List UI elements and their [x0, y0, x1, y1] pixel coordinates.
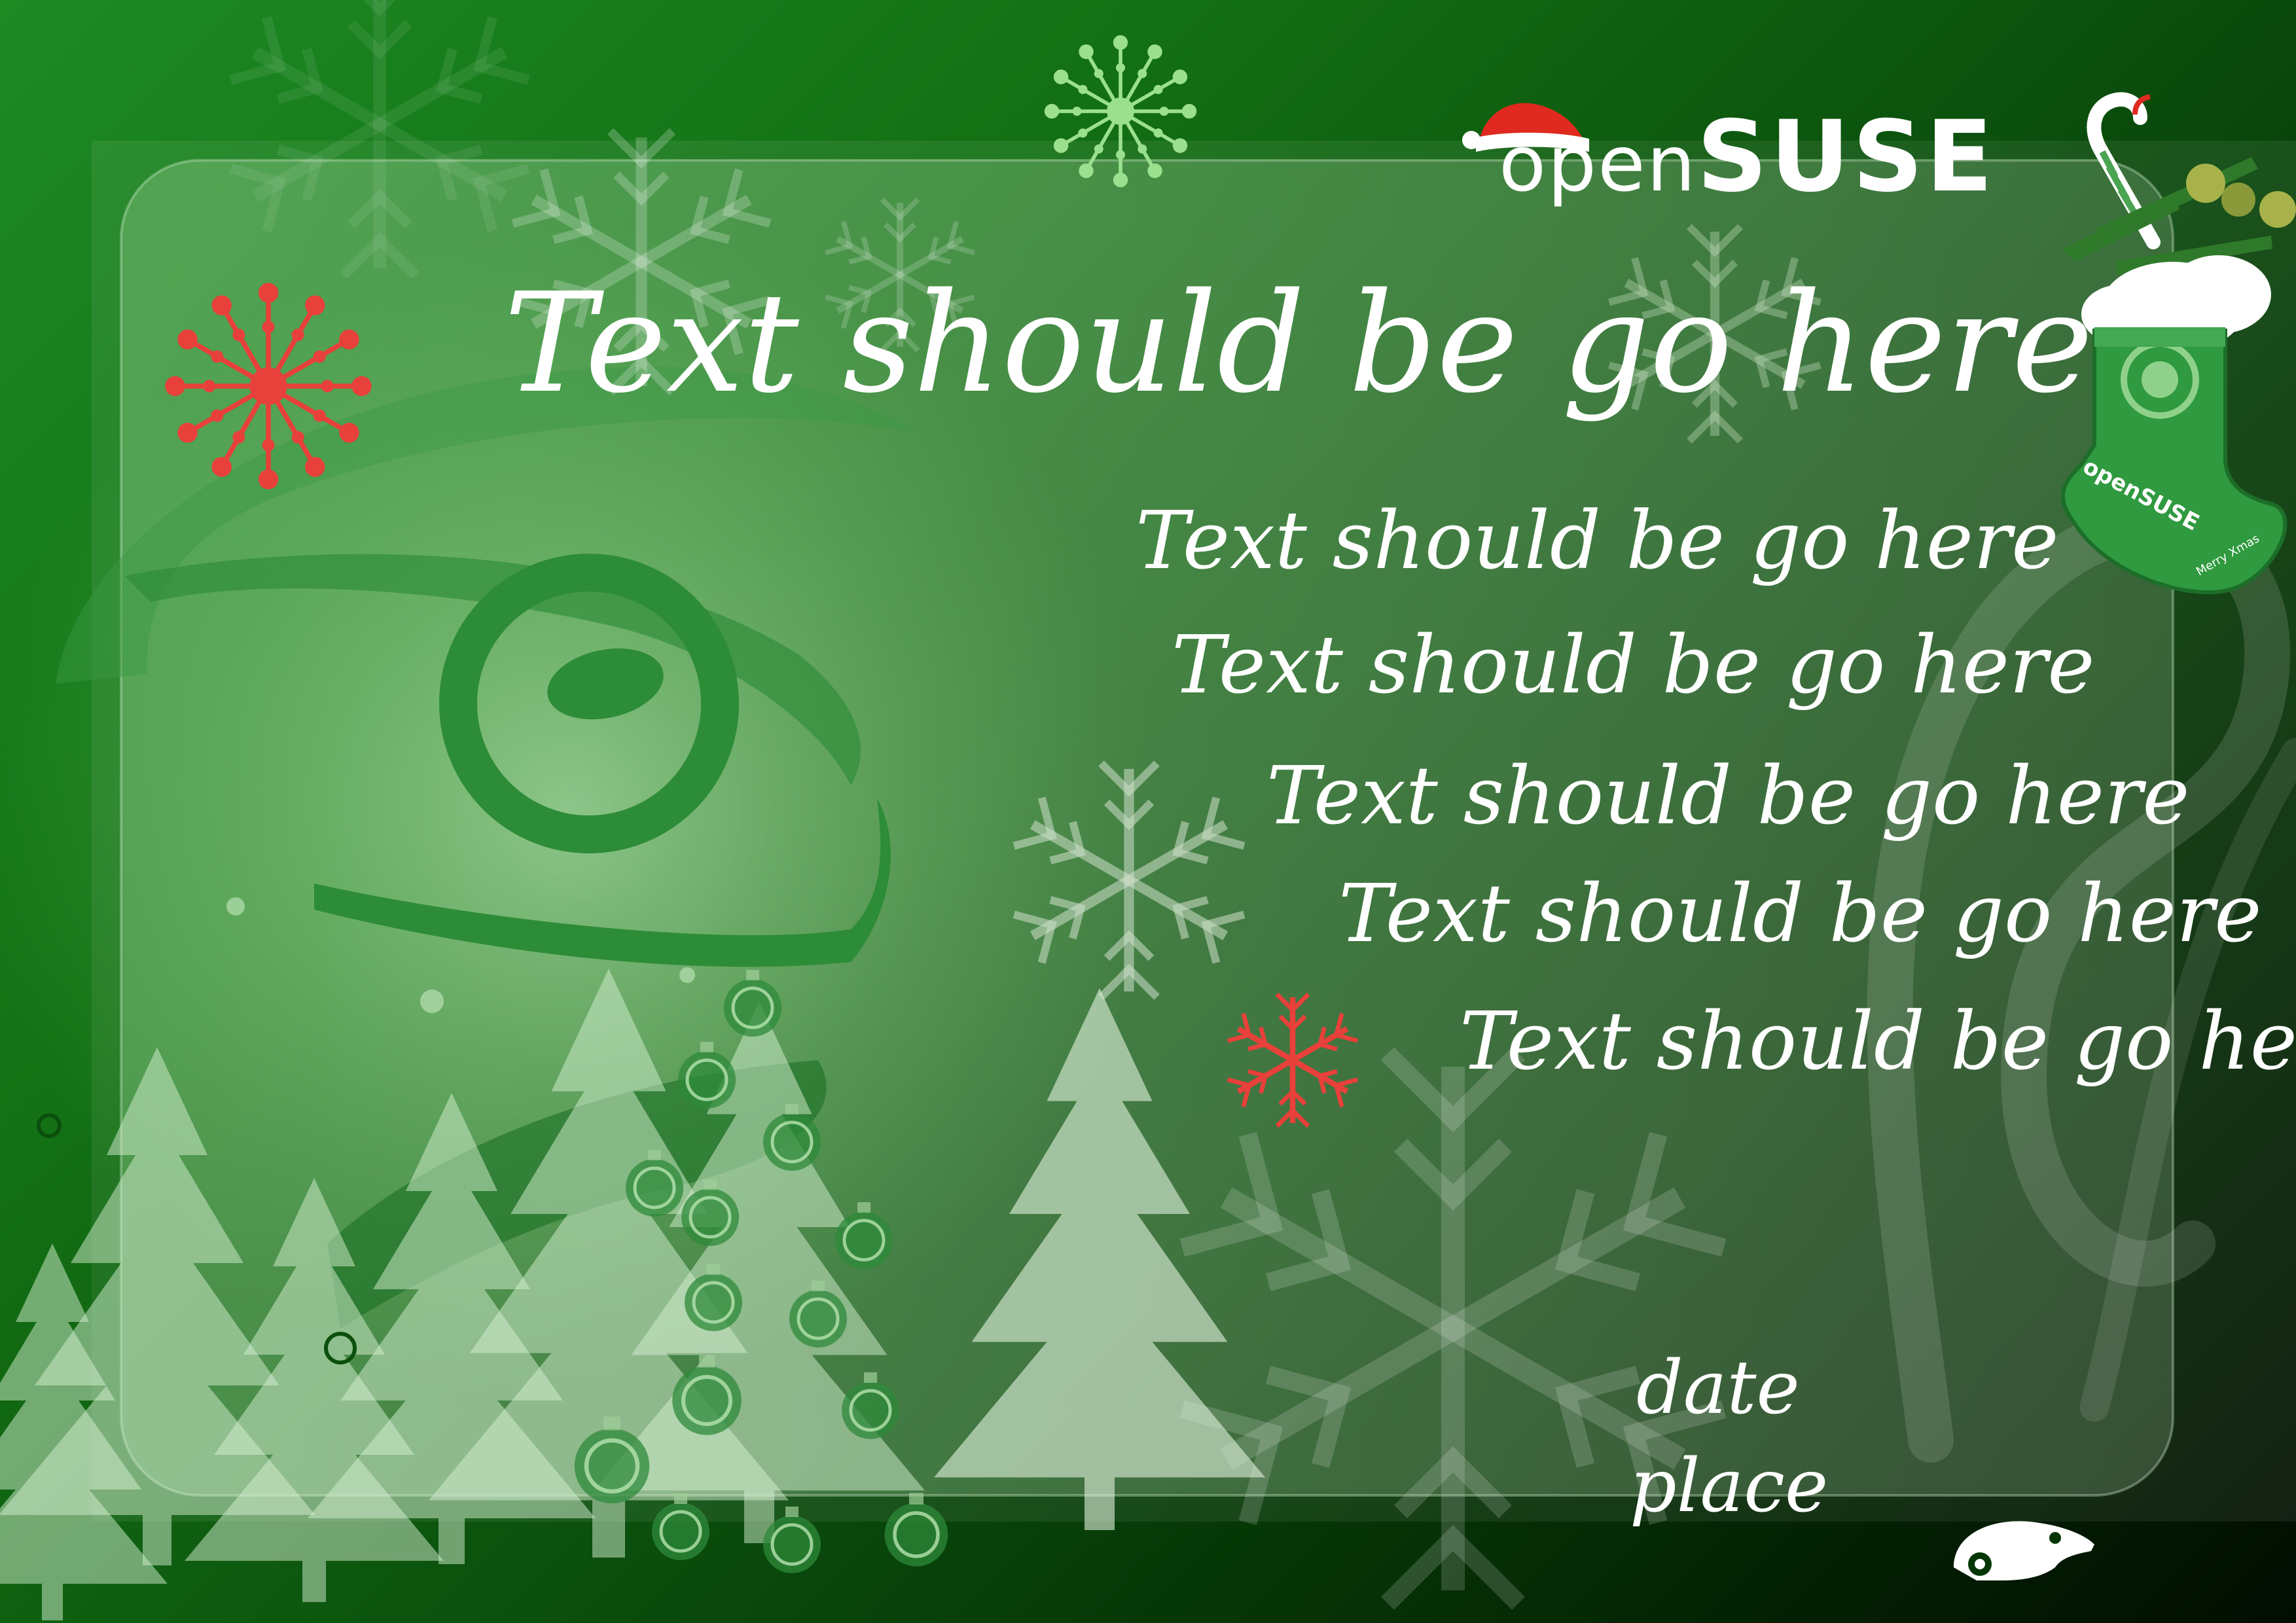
card-date: date: [1636, 1346, 1800, 1431]
card-line-3: Text should be go here: [1266, 749, 2190, 842]
card-place: place: [1630, 1444, 1829, 1529]
card-line-5: Text should be go here: [1460, 995, 2296, 1088]
geeko-chameleon-icon: [1954, 1521, 2094, 1580]
card-line-2: Text should be go here: [1172, 618, 2095, 711]
card-line-4: Text should be go here: [1338, 867, 2262, 960]
card-heading: Text should be go here: [504, 263, 2093, 423]
logo-prefix: open: [1499, 118, 1697, 209]
opensuse-logo: openSUSE: [1499, 108, 1996, 206]
logo-brand: SUSE: [1696, 100, 1996, 214]
card-line-1: Text should be go here: [1136, 494, 2059, 587]
greeting-card: openSUSE Merry Xmas openSUSE Text should…: [0, 0, 2296, 1623]
